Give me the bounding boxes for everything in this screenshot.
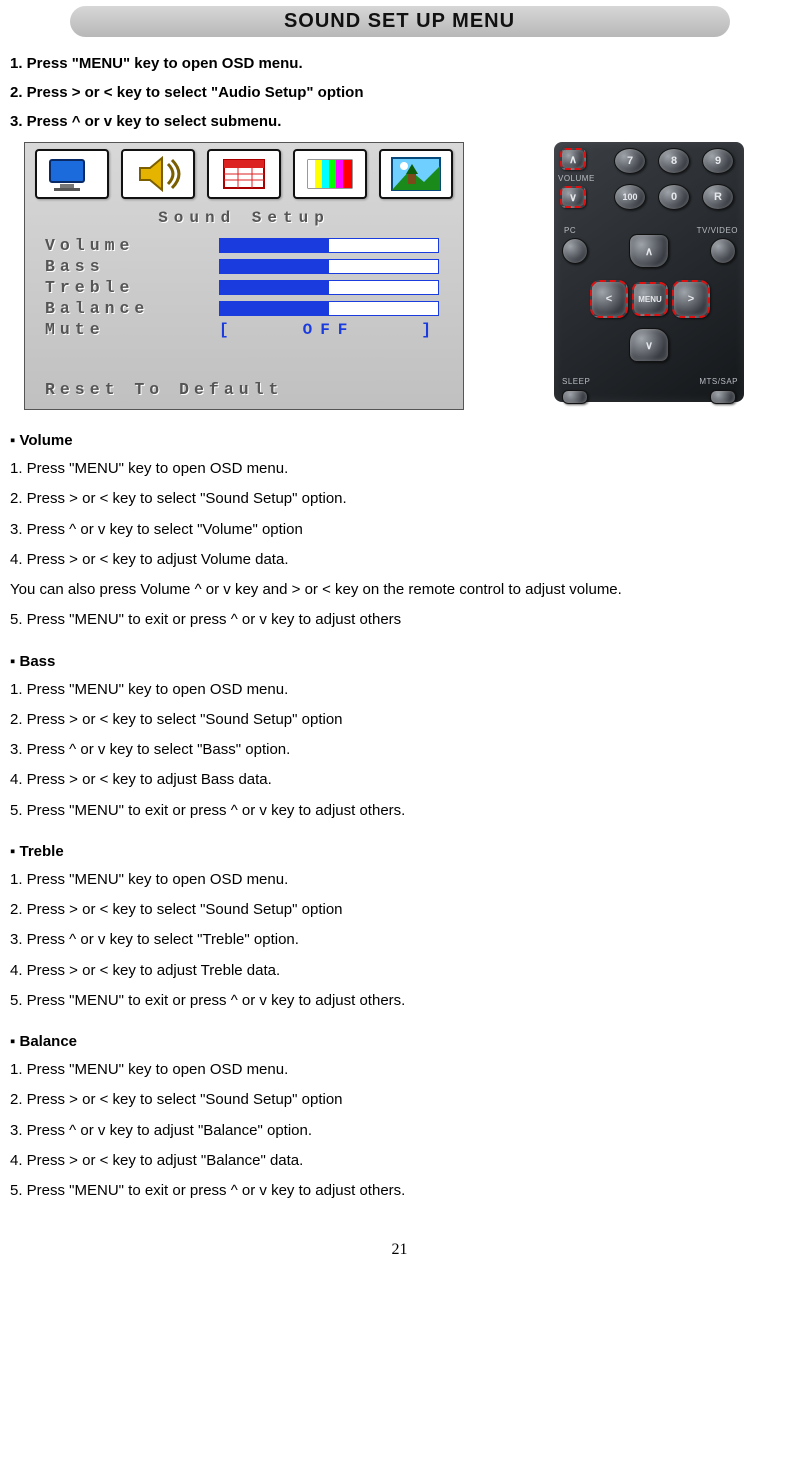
page-number: 21 bbox=[10, 1241, 789, 1259]
step-line: 3. Press ^ or v key to select "Volume" o… bbox=[10, 520, 789, 540]
osd-row-bass: Bass bbox=[25, 256, 463, 277]
remote-mts-label: MTS/SAP bbox=[699, 377, 738, 386]
step-line: 5. Press "MENU" to exit or press ^ or v … bbox=[10, 991, 789, 1011]
step-line: 5. Press "MENU" to exit or press ^ or v … bbox=[10, 610, 789, 630]
step-line: 1. Press "MENU" key to open OSD menu. bbox=[10, 459, 789, 479]
osd-slider-balance bbox=[219, 301, 439, 316]
step-line: 1. Press "MENU" key to open OSD menu. bbox=[10, 1060, 789, 1080]
intro-step: 3. Press ^ or v key to select submenu. bbox=[10, 113, 789, 130]
step-line: 4. Press > or < key to adjust Bass data. bbox=[10, 770, 789, 790]
page-title-banner: SOUND SET UP MENU bbox=[70, 6, 730, 37]
step-line: 1. Press "MENU" key to open OSD menu. bbox=[10, 870, 789, 890]
step-line: 3. Press ^ or v key to select "Treble" o… bbox=[10, 930, 789, 950]
remote-key-8: 8 bbox=[658, 148, 690, 174]
remote-illustration: ∧ VOLUME ∨ 7 8 9 100 0 R PC TV/VIDEO ∧ <… bbox=[554, 142, 744, 402]
section-heading: ▪ Volume bbox=[10, 432, 789, 449]
remote-right-button: > bbox=[672, 280, 710, 318]
step-line: 4. Press > or < key to adjust Treble dat… bbox=[10, 961, 789, 981]
step-line: 1. Press "MENU" key to open OSD menu. bbox=[10, 680, 789, 700]
osd-reset-default: Reset To Default bbox=[45, 380, 283, 399]
remote-volume-up-button: ∧ bbox=[560, 148, 586, 170]
osd-tab-speaker-icon bbox=[121, 149, 195, 199]
step-line: 3. Press ^ or v key to select "Bass" opt… bbox=[10, 740, 789, 760]
bracket-close: ] bbox=[421, 321, 439, 339]
osd-label: Balance bbox=[45, 299, 215, 318]
step-line: 3. Press ^ or v key to adjust "Balance" … bbox=[10, 1121, 789, 1141]
section-heading: ▪ Balance bbox=[10, 1033, 789, 1050]
osd-row-mute: Mute [ OFF ] bbox=[25, 319, 463, 340]
step-line: 5. Press "MENU" to exit or press ^ or v … bbox=[10, 801, 789, 821]
remote-sleep-button bbox=[562, 390, 588, 404]
remote-sleep-label: SLEEP bbox=[562, 377, 590, 386]
remote-key-7: 7 bbox=[614, 148, 646, 174]
step-line: 4. Press > or < key to adjust Volume dat… bbox=[10, 550, 789, 570]
intro-step: 1. Press "MENU" key to open OSD menu. bbox=[10, 55, 789, 72]
step-line: 2. Press > or < key to select "Sound Set… bbox=[10, 900, 789, 920]
section-heading: ▪ Treble bbox=[10, 843, 789, 860]
osd-mute-value: OFF bbox=[303, 321, 356, 339]
osd-tab-monitor-icon bbox=[35, 149, 109, 199]
osd-tab-calendar-icon bbox=[207, 149, 281, 199]
page-title: SOUND SET UP MENU bbox=[284, 10, 515, 32]
remote-down-button: ∨ bbox=[629, 328, 669, 362]
step-line: 2. Press > or < key to select "Sound Set… bbox=[10, 1090, 789, 1110]
section-volume: ▪ Volume 1. Press "MENU" key to open OSD… bbox=[10, 432, 789, 631]
remote-volume-down-button: ∨ bbox=[560, 186, 586, 208]
osd-label: Mute bbox=[45, 320, 215, 339]
section-heading: ▪ Bass bbox=[10, 653, 789, 670]
section-balance: ▪ Balance 1. Press "MENU" key to open OS… bbox=[10, 1033, 789, 1201]
intro-step: 2. Press > or < key to select "Audio Set… bbox=[10, 84, 789, 101]
remote-pc-button bbox=[562, 238, 588, 264]
remote-key-9: 9 bbox=[702, 148, 734, 174]
remote-menu-button: MENU bbox=[632, 282, 668, 316]
osd-slider-bass bbox=[219, 259, 439, 274]
osd-heading: Sound Setup bbox=[25, 209, 463, 227]
remote-mts-button bbox=[710, 390, 736, 404]
bracket-open: [ bbox=[219, 321, 237, 339]
osd-screenshot: Sound Setup Volume Bass Treble Balance M… bbox=[24, 142, 464, 410]
osd-row-volume: Volume bbox=[25, 235, 463, 256]
step-line: You can also press Volume ^ or v key and… bbox=[10, 580, 789, 600]
remote-key-0: 0 bbox=[658, 184, 690, 210]
remote-left-button: < bbox=[590, 280, 628, 318]
section-treble: ▪ Treble 1. Press "MENU" key to open OSD… bbox=[10, 843, 789, 1011]
remote-volume-label: VOLUME bbox=[558, 174, 595, 183]
osd-row-treble: Treble bbox=[25, 277, 463, 298]
step-line: 2. Press > or < key to select "Sound Set… bbox=[10, 710, 789, 730]
osd-tab-picture-icon bbox=[379, 149, 453, 199]
osd-slider-treble bbox=[219, 280, 439, 295]
intro-steps: 1. Press "MENU" key to open OSD menu. 2.… bbox=[10, 55, 789, 130]
osd-slider-volume bbox=[219, 238, 439, 253]
remote-key-100: 100 bbox=[614, 184, 646, 210]
osd-label: Treble bbox=[45, 278, 215, 297]
remote-key-r: R bbox=[702, 184, 734, 210]
remote-tv-button bbox=[710, 238, 736, 264]
osd-tab-colorbars-icon bbox=[293, 149, 367, 199]
section-bass: ▪ Bass 1. Press "MENU" key to open OSD m… bbox=[10, 653, 789, 821]
step-line: 4. Press > or < key to adjust "Balance" … bbox=[10, 1151, 789, 1171]
remote-pc-label: PC bbox=[564, 226, 576, 235]
osd-row-balance: Balance bbox=[25, 298, 463, 319]
step-line: 2. Press > or < key to select "Sound Set… bbox=[10, 489, 789, 509]
remote-up-button: ∧ bbox=[629, 234, 669, 268]
osd-label: Bass bbox=[45, 257, 215, 276]
remote-tv-label: TV/VIDEO bbox=[697, 226, 738, 235]
step-line: 5. Press "MENU" to exit or press ^ or v … bbox=[10, 1181, 789, 1201]
osd-label: Volume bbox=[45, 236, 215, 255]
